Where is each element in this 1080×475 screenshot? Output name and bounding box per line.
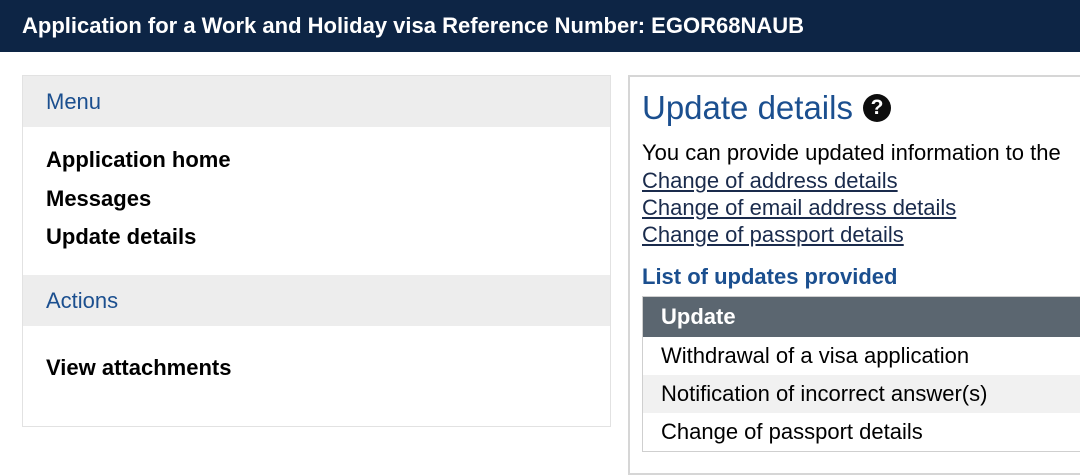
- sidebar: Menu Application home Messages Update de…: [22, 75, 611, 427]
- table-row: Withdrawal of a visa application: [643, 337, 1080, 375]
- sidebar-actions-heading: Actions: [23, 275, 610, 326]
- update-details-panel: Update details ? You can provide updated…: [628, 75, 1080, 475]
- table-cell: Withdrawal of a visa application: [643, 337, 1080, 375]
- sidebar-item-view-attachments[interactable]: View attachments: [46, 349, 610, 388]
- page-title-text: Update details: [642, 89, 853, 127]
- help-icon[interactable]: ?: [863, 94, 891, 122]
- sidebar-menu-list: Application home Messages Update details: [23, 127, 610, 275]
- table-cell: Change of passport details: [643, 413, 1080, 452]
- page-header: Application for a Work and Holiday visa …: [0, 0, 1080, 52]
- table-cell: Notification of incorrect answer(s): [643, 375, 1080, 413]
- updates-heading: List of updates provided: [642, 264, 897, 290]
- update-links: Change of address details Change of emai…: [642, 167, 956, 248]
- sidebar-actions-list: View attachments: [23, 326, 610, 406]
- table-row: Notification of incorrect answer(s): [643, 375, 1080, 413]
- sidebar-item-update-details[interactable]: Update details: [46, 218, 610, 257]
- sidebar-item-messages[interactable]: Messages: [46, 180, 610, 219]
- table-row: Change of passport details: [643, 413, 1080, 452]
- column-header-update: Update: [643, 297, 1080, 338]
- change-email-link[interactable]: Change of email address details: [642, 194, 956, 221]
- page-header-title: Application for a Work and Holiday visa …: [22, 13, 804, 38]
- intro-text: You can provide updated information to t…: [642, 140, 1061, 166]
- change-passport-link[interactable]: Change of passport details: [642, 221, 956, 248]
- sidebar-menu-heading: Menu: [23, 76, 610, 127]
- table-header-row: Update: [643, 297, 1080, 338]
- updates-table: Update Withdrawal of a visa application …: [642, 296, 1080, 452]
- sidebar-item-application-home[interactable]: Application home: [46, 141, 610, 180]
- change-address-link[interactable]: Change of address details: [642, 167, 956, 194]
- page-title: Update details ?: [642, 89, 891, 127]
